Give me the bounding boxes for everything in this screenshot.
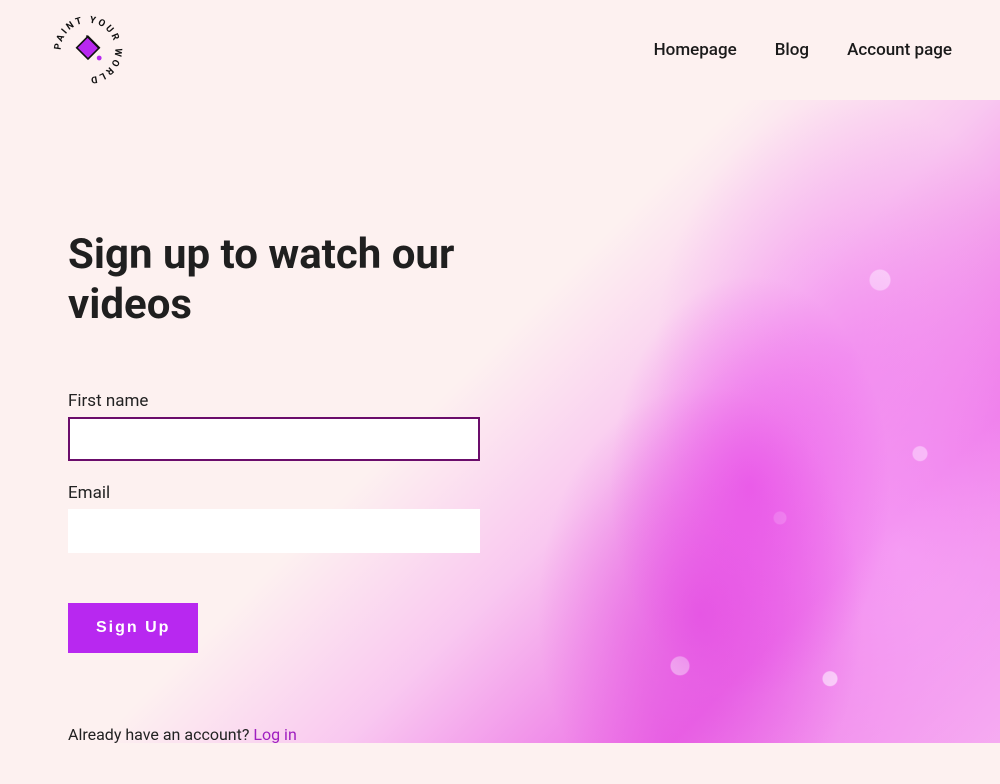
- login-prompt-row: Already have an account? Log in: [68, 725, 932, 744]
- main-nav: Homepage Blog Account page: [654, 40, 952, 60]
- signup-form: First name Email Sign Up: [68, 391, 480, 653]
- paint-bucket-icon: PAINT YOUR WORLD: [48, 10, 128, 90]
- site-header: PAINT YOUR WORLD Homepage Blog Account p…: [0, 0, 1000, 100]
- signup-button[interactable]: Sign Up: [68, 603, 198, 653]
- brand-logo[interactable]: PAINT YOUR WORLD: [48, 10, 128, 90]
- signup-section: Sign up to watch our videos First name E…: [0, 100, 1000, 784]
- first-name-field-group: First name: [68, 391, 480, 461]
- email-input[interactable]: [68, 509, 480, 553]
- login-link[interactable]: Log in: [253, 725, 296, 744]
- email-field-group: Email: [68, 483, 480, 553]
- nav-link-homepage[interactable]: Homepage: [654, 40, 737, 60]
- email-label: Email: [68, 483, 480, 503]
- login-prompt-text: Already have an account?: [68, 725, 253, 744]
- nav-link-blog[interactable]: Blog: [775, 40, 809, 60]
- first-name-input[interactable]: [68, 417, 480, 461]
- page-title: Sign up to watch our videos: [68, 230, 488, 331]
- first-name-label: First name: [68, 391, 480, 411]
- nav-link-account[interactable]: Account page: [847, 40, 952, 60]
